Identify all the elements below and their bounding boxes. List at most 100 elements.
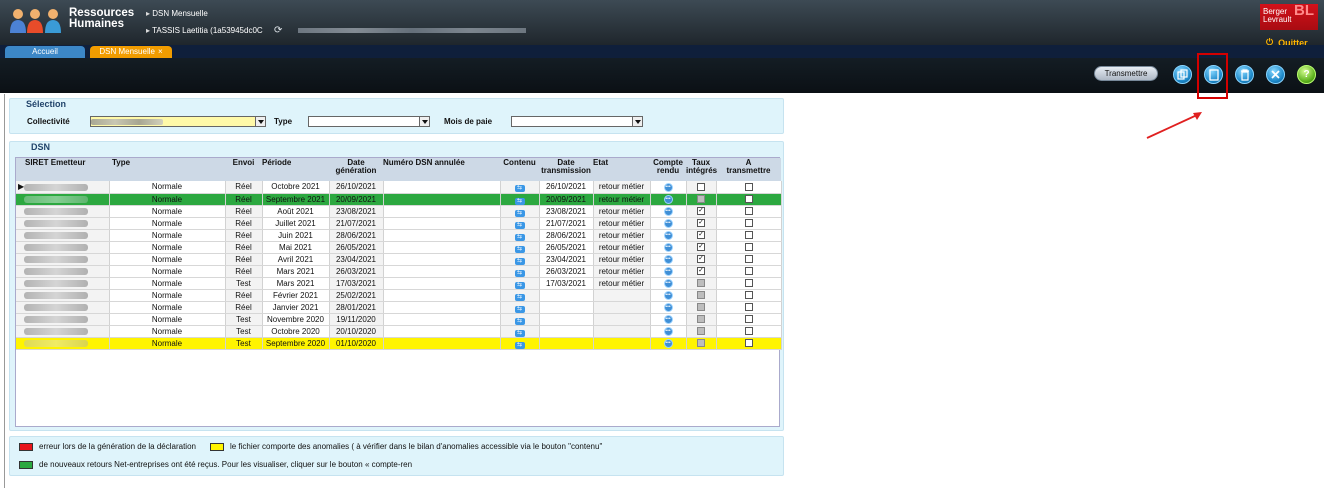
type-select[interactable]	[308, 116, 430, 127]
col-periode[interactable]: Période	[262, 158, 329, 181]
more-icon[interactable]: •••	[663, 218, 673, 228]
more-icon[interactable]: •••	[663, 194, 673, 204]
table-row[interactable]: Normale Réel Avril 2021 23/04/2021 ⇆ 23/04/20…	[16, 253, 782, 266]
arrows-icon[interactable]: ⇆	[514, 233, 525, 240]
arrows-icon[interactable]: ⇆	[514, 185, 525, 192]
more-icon[interactable]: •••	[663, 254, 673, 264]
more-icon[interactable]: •••	[663, 326, 673, 336]
checkbox[interactable]	[744, 303, 753, 312]
chevron-down-icon[interactable]	[255, 117, 265, 126]
table-row[interactable]: Normale Réel Janvier 2021 28/01/2021 ⇆ •••	[16, 301, 782, 314]
arrows-icon[interactable]: ⇆	[514, 257, 525, 264]
checkbox[interactable]	[744, 315, 753, 324]
more-icon[interactable]: •••	[663, 290, 673, 300]
table-row[interactable]: Normale Test Mars 2021 17/03/2021 ⇆ 17/03/202…	[16, 277, 782, 290]
arrows-icon[interactable]: ⇆	[514, 305, 525, 312]
arrows-icon[interactable]: ⇆	[514, 209, 525, 216]
more-icon[interactable]: •••	[663, 338, 673, 348]
tools-icon[interactable]	[1266, 65, 1285, 84]
more-icon[interactable]: •••	[663, 278, 673, 288]
mois-select[interactable]	[511, 116, 643, 127]
col-envoi[interactable]: Envoi	[225, 158, 262, 181]
arrows-icon[interactable]: ⇆	[514, 329, 525, 336]
table-row[interactable]: Normale Test Octobre 2020 20/10/2020 ⇆ •••	[16, 325, 782, 338]
table-row[interactable]: Normale Réel Mai 2021 26/05/2021 ⇆ 26/05/2021…	[16, 241, 782, 254]
checkbox[interactable]: ✓	[697, 231, 705, 240]
more-icon[interactable]: •••	[663, 230, 673, 240]
table-row[interactable]: Normale Réel Juillet 2021 21/07/2021 ⇆ 21/07/…	[16, 217, 782, 230]
col-siret[interactable]: SIRET Emetteur	[16, 158, 109, 181]
table-row[interactable]: Normale Réel Mars 2021 26/03/2021 ⇆ 26/03/202…	[16, 265, 782, 278]
checkbox[interactable]: ✓	[697, 207, 705, 216]
header-line: transmission	[541, 166, 591, 175]
more-icon[interactable]: •••	[663, 302, 673, 312]
table-row[interactable]: ▶ Normale Réel Octobre 2021 26/10/2021 ⇆ 26/10…	[16, 181, 782, 194]
more-icon[interactable]: •••	[663, 314, 673, 324]
table-row[interactable]: Normale Réel Août 2021 23/08/2021 ⇆ 23/08/202…	[16, 205, 782, 218]
checkbox[interactable]	[744, 339, 753, 348]
table-row[interactable]: Normale Réel Juin 2021 28/06/2021 ⇆ 28/06/202…	[16, 229, 782, 242]
checkbox[interactable]	[697, 183, 705, 192]
collectivite-select[interactable]	[90, 116, 266, 127]
checkbox[interactable]	[744, 291, 753, 300]
checkbox[interactable]	[744, 279, 753, 288]
legend-swatch-green	[19, 460, 33, 469]
more-icon[interactable]: •••	[663, 206, 673, 216]
table-row[interactable]: Normale Test Septembre 2020 01/10/2020 ⇆ •••	[16, 337, 782, 350]
col-etat[interactable]: Etat	[593, 158, 650, 181]
arrows-icon[interactable]: ⇆	[514, 269, 525, 276]
col-type[interactable]: Type	[109, 158, 225, 181]
cell-taux-integres	[686, 181, 717, 194]
tab-accueil[interactable]: Accueil	[5, 46, 85, 58]
arrows-icon[interactable]: ⇆	[514, 293, 525, 300]
breadcrumb-user[interactable]: TASSIS Laetitia (1a53945dc0C	[152, 26, 263, 35]
table-row[interactable]: Normale Réel Février 2021 25/02/2021 ⇆ •••	[16, 289, 782, 302]
chevron-down-icon[interactable]	[632, 117, 642, 126]
col-date-generation[interactable]: Date génération	[329, 158, 383, 181]
arrows-icon[interactable]: ⇆	[514, 197, 525, 204]
table-row[interactable]: Normale Test Novembre 2020 19/11/2020 ⇆ •••	[16, 313, 782, 326]
checkbox[interactable]: ✓	[697, 219, 705, 228]
arrows-icon[interactable]: ⇆	[514, 281, 525, 288]
checkbox[interactable]: ✓	[697, 243, 705, 252]
arrows-icon[interactable]: ⇆	[514, 317, 525, 324]
arrows-icon[interactable]: ⇆	[514, 245, 525, 252]
cell-taux-integres: ✓	[686, 217, 717, 230]
col-compte-rendu[interactable]: Compte rendu	[650, 158, 686, 181]
breadcrumb: ▸ DSN Mensuelle ▸ TASSIS Laetitia (1a539…	[146, 8, 263, 36]
transmit-button[interactable]: Transmettre	[1094, 66, 1158, 81]
col-date-transmission[interactable]: Date transmission	[539, 158, 593, 181]
tab-dsn-mensuelle[interactable]: DSN Mensuelle ×	[90, 46, 172, 58]
checkbox[interactable]	[744, 267, 753, 276]
checkbox[interactable]: ✓	[697, 255, 705, 264]
checkbox[interactable]	[744, 219, 753, 228]
more-icon[interactable]: •••	[663, 242, 673, 252]
chevron-down-icon[interactable]	[419, 117, 429, 126]
col-taux-integres[interactable]: Taux intégrés	[686, 158, 717, 181]
checkbox[interactable]	[744, 231, 753, 240]
cell-date-transmission: 21/07/2021	[539, 217, 594, 230]
copy-icon[interactable]	[1173, 65, 1192, 84]
checkbox[interactable]	[744, 183, 753, 192]
help-icon[interactable]: ?	[1297, 65, 1316, 84]
close-icon[interactable]: ×	[158, 47, 163, 56]
more-icon[interactable]: •••	[663, 266, 673, 276]
arrows-icon[interactable]: ⇆	[514, 341, 525, 348]
breadcrumb-module[interactable]: DSN Mensuelle	[152, 9, 208, 18]
checkbox[interactable]	[744, 207, 753, 216]
delete-icon[interactable]	[1235, 65, 1254, 84]
col-contenu[interactable]: Contenu	[500, 158, 539, 181]
checkbox[interactable]	[744, 327, 753, 336]
col-numero-dsn[interactable]: Numéro DSN annulée	[383, 158, 500, 181]
more-icon[interactable]: •••	[663, 182, 673, 192]
checkbox[interactable]	[744, 243, 753, 252]
table-row[interactable]: Normale Réel Septembre 2021 20/09/2021 ⇆ 20/0…	[16, 193, 782, 206]
checkbox[interactable]	[744, 195, 753, 204]
col-a-transmettre[interactable]: Atransmettre	[716, 158, 781, 181]
refresh-icon[interactable]: ⟳	[274, 25, 282, 36]
checkbox[interactable]: ✓	[697, 267, 705, 276]
arrows-icon[interactable]: ⇆	[514, 221, 525, 228]
checkbox[interactable]	[744, 255, 753, 264]
cell-compte-rendu: •••	[650, 241, 687, 254]
cell-envoi: Réel	[225, 241, 263, 254]
